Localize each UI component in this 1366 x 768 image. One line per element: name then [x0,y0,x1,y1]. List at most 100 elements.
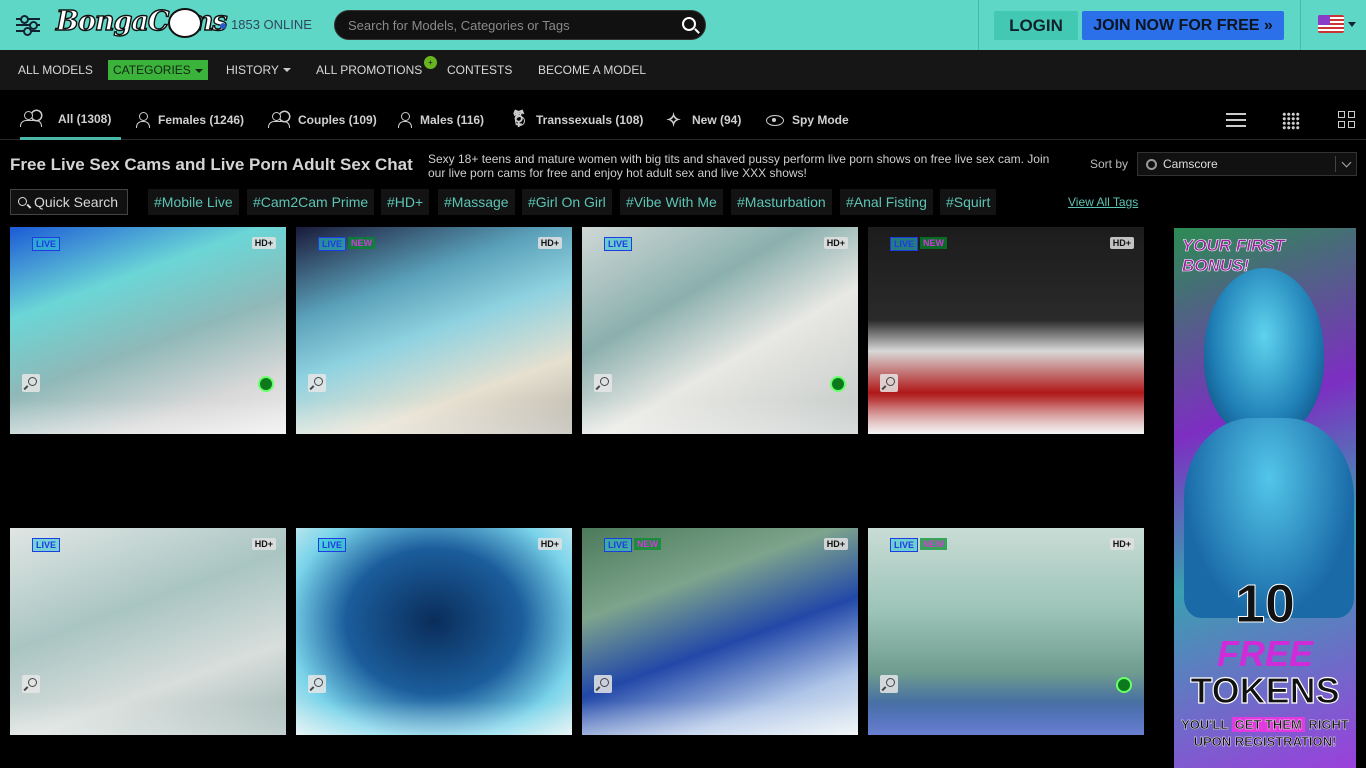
thumbnail-fade [868,701,1144,735]
header-divider [978,0,979,50]
ad-subtext-part: UPON REGISTRATION! [1193,734,1337,749]
search-icon[interactable] [682,17,696,31]
list-view-icon[interactable] [1226,113,1246,127]
model-thumbnail[interactable]: LIVE HD+ [10,227,286,434]
hd-badge: HD+ [537,237,562,249]
hd-badge: HD+ [537,538,562,550]
nav-contests[interactable]: CONTESTS [447,50,512,90]
preview-zoom-icon[interactable] [594,675,612,693]
ad-subtext-highlight: GET THEM [1231,717,1305,732]
live-badge: LIVE [32,237,61,251]
tab-label: Transsexuals (108) [536,113,644,127]
tab-couples[interactable]: Couples (109) [268,100,377,140]
sort-select[interactable]: Camscore [1137,152,1357,176]
thumbnail-fade [868,400,1144,434]
thumbnail-fade [296,400,572,434]
quick-search-button[interactable]: Quick Search [10,189,128,215]
top-header: BongaCams 1853 ONLINE LOGIN JOIN NOW FOR… [0,0,1366,50]
preview-zoom-icon[interactable] [22,675,40,693]
preview-zoom-icon[interactable] [22,374,40,392]
tag-link[interactable]: #HD+ [381,189,430,215]
tag-link[interactable]: #Masturbation [731,189,832,215]
transgender-icon [512,109,528,129]
login-button[interactable]: LOGIN [994,11,1078,40]
ad-subtext-part: RIGHT [1304,717,1349,732]
tag-link[interactable]: #Mobile Live [148,189,239,215]
ad-subtext: YOU'LL GET THEM RIGHT UPON REGISTRATION! [1174,716,1356,750]
tab-females[interactable]: Females (1246) [136,100,244,140]
quick-search-label: Quick Search [34,194,119,210]
thumbnail-fade [10,701,286,735]
tab-label: All (1308) [58,111,112,126]
couple-icon [268,112,290,128]
search-input[interactable] [335,11,665,39]
sort-value: Camscore [1163,157,1218,171]
model-thumbnail[interactable]: LIVE NEW HD+ [868,528,1144,735]
preview-zoom-icon[interactable] [308,675,326,693]
tag-link[interactable]: #Girl On Girl [522,189,612,215]
preview-zoom-icon[interactable] [308,374,326,392]
nav-all-promotions[interactable]: ALL PROMOTIONS [316,50,422,90]
preview-zoom-icon[interactable] [880,374,898,392]
select-divider [1335,156,1336,172]
thumbnail-fade [582,400,858,434]
new-badge: NEW [348,237,375,249]
chevron-down-icon[interactable] [1348,22,1356,27]
bonus-ad-banner[interactable]: YOUR FIRST BONUS! 10 FREE TOKENS YOU'LL … [1174,228,1356,768]
tab-all[interactable]: All (1308) [20,100,122,140]
nav-label: HISTORY [226,63,279,77]
tab-males[interactable]: Males (116) [398,100,484,140]
join-button[interactable]: JOIN NOW FOR FREE » [1082,11,1284,40]
view-all-tags-link[interactable]: View All Tags [1068,195,1138,209]
tab-transsexuals[interactable]: Transsexuals (108) [512,100,643,140]
tab-label: Males (116) [420,113,485,127]
hd-badge: HD+ [823,538,848,550]
nav-label: ALL PROMOTIONS [316,63,423,77]
cam2cam-icon [258,376,274,392]
nav-history[interactable]: HISTORY [226,50,291,90]
large-grid-view-icon[interactable] [1338,111,1356,129]
hd-badge: HD+ [1109,538,1134,550]
tab-spy-mode[interactable]: Spy Mode [766,100,849,140]
thumbnail-fade [10,400,286,434]
preview-zoom-icon[interactable] [880,675,898,693]
tab-new[interactable]: ✧ New (94) [666,100,741,140]
model-thumbnail[interactable]: LIVE NEW HD+ [868,227,1144,434]
hd-badge: HD+ [251,237,276,249]
page-title: Free Live Sex Cams and Live Porn Adult S… [10,155,413,174]
nav-categories[interactable]: CATEGORIES [108,50,208,90]
online-count: 1853 ONLINE [220,17,312,32]
logo-bubble-icon [168,8,202,38]
new-badge: NEW [920,237,947,249]
tag-link[interactable]: #Massage [438,189,515,215]
small-grid-view-icon[interactable] [1282,112,1300,130]
tag-link[interactable]: #Vibe With Me [620,189,723,215]
model-thumbnail[interactable]: LIVE NEW HD+ [582,528,858,735]
ad-subtext-part: YOU'LL [1181,717,1232,732]
tag-link[interactable]: #Squirt [940,189,997,215]
search-box [334,10,706,40]
tag-link[interactable]: #Cam2Cam Prime [247,189,375,215]
new-badge: NEW [920,538,947,550]
promotions-badge-icon: + [424,56,437,69]
live-badge: LIVE [604,237,633,251]
page-description: Sexy 18+ teens and mature women with big… [428,152,1050,180]
group-icon [20,110,50,127]
live-badge: LIVE [318,538,347,552]
nav-label: CATEGORIES [108,60,208,80]
model-thumbnail[interactable]: LIVE NEW HD+ [296,227,572,434]
live-badge: LIVE [604,538,633,552]
nav-all-models[interactable]: ALL MODELS [18,50,93,90]
language-flag-icon[interactable] [1318,15,1344,33]
tag-link[interactable]: #Anal Fisting [840,189,933,215]
model-thumbnail[interactable]: LIVE HD+ [296,528,572,735]
male-icon [398,112,412,128]
cam2cam-icon [1116,677,1132,693]
filter-menu-icon[interactable] [16,14,40,36]
nav-become-a-model[interactable]: BECOME A MODEL [538,50,646,90]
preview-zoom-icon[interactable] [594,374,612,392]
sort-label: Sort by [1090,157,1129,171]
model-thumbnail[interactable]: LIVE HD+ [10,528,286,735]
hd-badge: HD+ [823,237,848,249]
model-thumbnail[interactable]: LIVE HD+ [582,227,858,434]
